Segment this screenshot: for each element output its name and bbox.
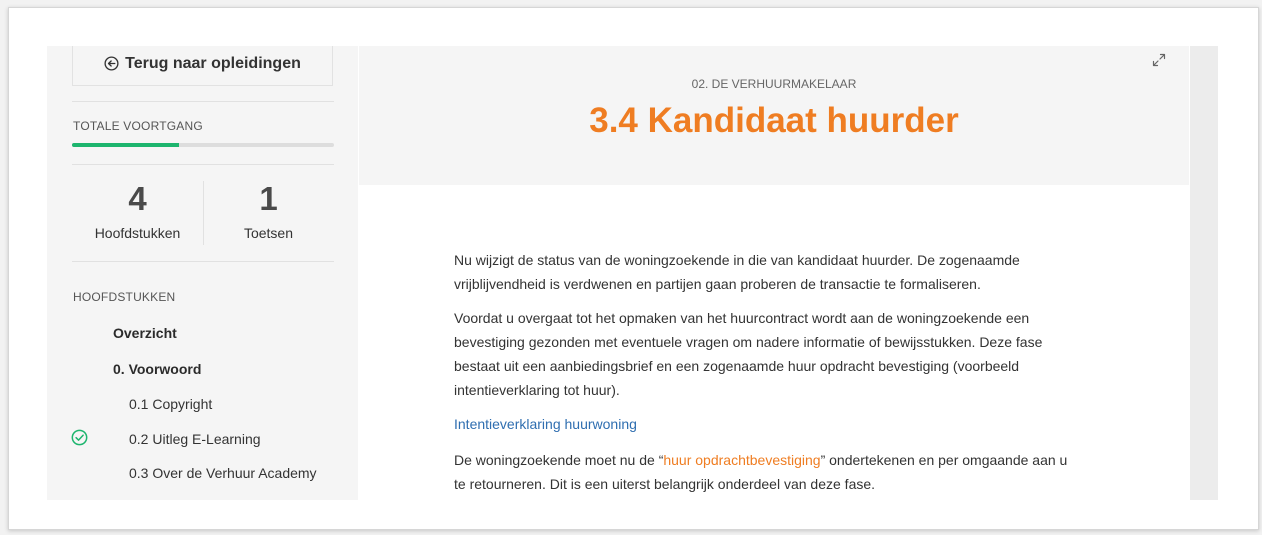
tests-count: 1 (259, 180, 278, 217)
total-progress-label: TOTALE VOORTGANG (73, 119, 203, 133)
divider (72, 261, 334, 262)
paragraph: Voordat u overgaat tot het opmaken van h… (454, 310, 1043, 398)
paragraph-text: De woningzoekende moet nu de “ (454, 452, 664, 468)
paragraph: Nu wijzigt de status van de woningzoeken… (454, 252, 1020, 292)
stat-tests: 1 Toetsen (203, 179, 334, 241)
lesson-title: 3.4 Kandidaat huurder (589, 101, 959, 140)
lesson-header: 02. DE VERHUURMAKELAAR 3.4 Kandidaat huu… (359, 46, 1189, 185)
arrow-left-circle-icon (104, 56, 119, 71)
back-to-courses-button[interactable]: Terug naar opleidingen (72, 46, 333, 86)
sidebar-item-over-verhuur-academy[interactable]: 0.3 Over de Verhuur Academy (129, 465, 317, 481)
course-stats: 4 Hoofdstukken 1 Toetsen (72, 179, 334, 261)
chapters-heading: HOOFDSTUKKEN (73, 290, 176, 304)
tests-count-label: Toetsen (243, 224, 294, 241)
sidebar-item-overview[interactable]: Overzicht (113, 325, 177, 341)
expand-icon[interactable] (1151, 52, 1167, 73)
total-progress-bar (72, 143, 334, 147)
paragraph: De woningzoekende moet nu de “huur opdra… (454, 448, 1074, 496)
scrollbar-track[interactable] (1190, 46, 1218, 500)
lesson-content: Nu wijzigt de status van de woningzoeken… (454, 248, 1074, 496)
divider (72, 101, 334, 102)
sidebar-item-voorwoord[interactable]: 0. Voorwoord (113, 361, 201, 377)
total-progress-fill (72, 143, 180, 147)
sidebar-item-uitleg-e-learning[interactable]: 0.2 Uitleg E-Learning (129, 431, 261, 447)
huur-opdrachtbevestiging-link[interactable]: huur opdrachtbevestiging (663, 452, 820, 468)
course-sidebar: Terug naar opleidingen TOTALE VOORTGANG … (47, 46, 358, 500)
chapter-label: 02. DE VERHUURMAKELAAR (691, 77, 857, 91)
completed-check-icon (71, 429, 88, 451)
chapters-count-label: Hoofdstukken (94, 224, 181, 241)
back-button-label: Terug naar opleidingen (125, 54, 301, 72)
stat-chapters: 4 Hoofdstukken (72, 179, 203, 241)
sidebar-item-copyright[interactable]: 0.1 Copyright (129, 396, 212, 412)
divider (72, 164, 334, 165)
intentieverklaring-link[interactable]: Intentieverklaring huurwoning (454, 412, 1074, 436)
chapters-count: 4 (128, 180, 147, 217)
